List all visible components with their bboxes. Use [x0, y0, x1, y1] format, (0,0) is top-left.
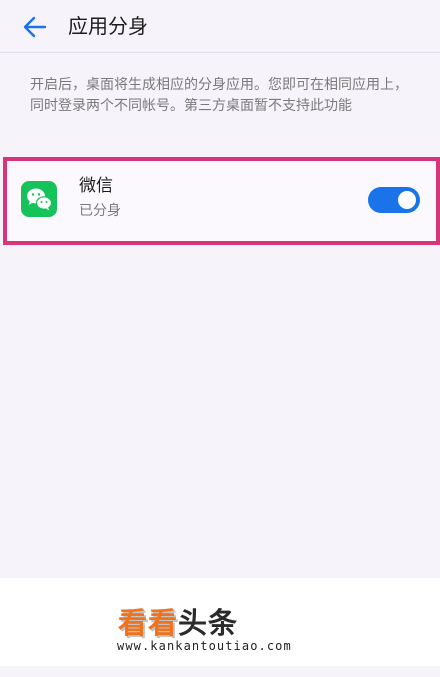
watermark: 看看头条 www.kankantoutiao.com [0, 578, 440, 666]
toggle-knob [398, 191, 416, 209]
feature-description: 开启后，桌面将生成相应的分身应用。您即可在相同应用上，同时登录两个不同帐号。第三… [30, 77, 408, 114]
watermark-logo: 看看头条 [118, 600, 238, 642]
arrow-left-icon [23, 16, 47, 38]
app-list-item-wechat[interactable]: 微信 已分身 [3, 157, 440, 245]
watermark-url: www.kankantoutiao.com [117, 639, 292, 653]
clone-toggle-switch[interactable] [368, 187, 420, 213]
wechat-icon [21, 181, 57, 217]
back-button[interactable] [20, 12, 50, 42]
watermark-brand-b: 头条 [178, 606, 239, 640]
app-status: 已分身 [79, 203, 121, 219]
watermark-brand-a: 看看 [118, 606, 179, 640]
app-name: 微信 [79, 176, 113, 196]
title-bar: 应用分身 [0, 0, 440, 53]
page-title: 应用分身 [68, 14, 148, 38]
